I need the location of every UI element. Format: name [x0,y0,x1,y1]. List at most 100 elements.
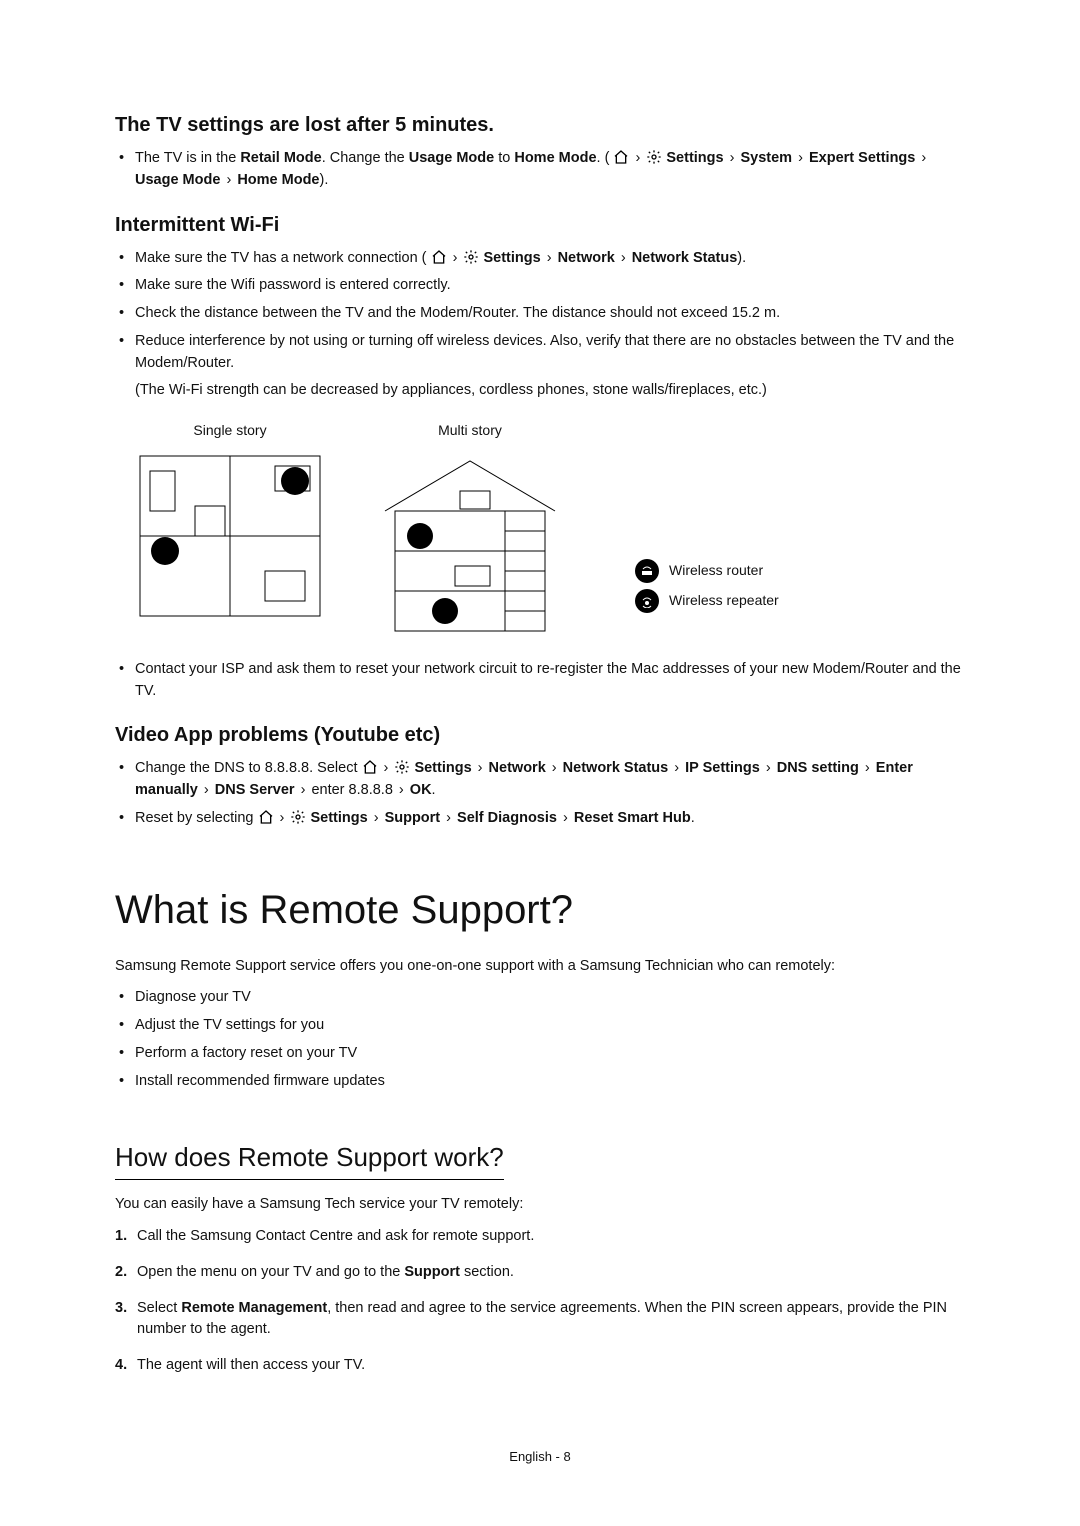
intro-remote-support: Samsung Remote Support service offers yo… [115,956,965,978]
list-item: Make sure the TV has a network connectio… [135,248,965,270]
text: Make sure the TV has a network connectio… [135,250,427,266]
chevron-right-icon: › [921,150,926,166]
home-icon [258,809,274,825]
list-wifi-tail: Contact your ISP and ask them to reset y… [115,659,965,703]
list-item: Reduce interference by not using or turn… [135,331,965,402]
chevron-right-icon: › [547,250,552,266]
text-bold: Usage Mode [409,150,494,166]
nav-path: › Settings › Support › Self Diagnosis › … [258,810,691,826]
gear-icon [463,249,479,265]
path-seg: Self Diagnosis [457,810,557,826]
text: Call the Samsung Contact Centre and ask … [137,1228,534,1244]
text: Contact your ISP and ask them to reset y… [135,661,961,699]
text: The agent will then access your TV. [137,1357,365,1373]
wifi-diagrams: Single story Multi story [135,420,965,649]
path-seg: Network [489,760,546,776]
path-seg: IP Settings [685,760,760,776]
text: ). [320,172,329,188]
legend-label: Wireless repeater [669,590,779,611]
repeater-icon [635,589,659,613]
path-seg: DNS setting [777,760,859,776]
chevron-right-icon: › [204,782,209,798]
text: Select [137,1300,181,1316]
list-tv-settings-lost: The TV is in the Retail Mode. Change the… [115,148,965,192]
chevron-right-icon: › [766,760,771,776]
text: Reduce interference by not using or turn… [135,333,954,371]
home-icon [613,149,629,165]
chevron-right-icon: › [399,782,404,798]
diagram-single-story: Single story [135,420,325,629]
text: . [691,810,695,826]
text: . [432,782,436,798]
text-bold: Support [404,1264,460,1280]
chevron-right-icon: › [674,760,679,776]
text: ). [737,250,746,266]
list-video-app: Change the DNS to 8.8.8.8. Select › Sett… [115,758,965,829]
heading-video-app-problems: Video App problems (Youtube etc) [115,720,965,750]
path-seg: Network Status [563,760,669,776]
text: Make sure the Wifi password is entered c… [135,277,451,293]
list-item: Diagnose your TV [135,987,965,1009]
step-item: Open the menu on your TV and go to the S… [137,1262,965,1284]
path-seg: Settings [666,150,723,166]
legend-row-router: Wireless router [635,559,779,583]
legend-label: Wireless router [669,560,763,581]
text: . ( [597,150,610,166]
list-item: Perform a factory reset on your TV [135,1043,965,1065]
list-item: Install recommended firmware updates [135,1071,965,1093]
path-seg: Reset Smart Hub [574,810,691,826]
text: . Change the [322,150,409,166]
text-bold: Remote Management [181,1300,327,1316]
list-item: Check the distance between the TV and th… [135,303,965,325]
chevron-right-icon: › [865,760,870,776]
text: Open the menu on your TV and go to the [137,1264,404,1280]
path-seg: Network Status [632,250,738,266]
path-seg: Support [385,810,441,826]
text: Diagnose your TV [135,989,251,1005]
step-item: Select Remote Management, then read and … [137,1298,965,1342]
floorplan-multi-icon [375,451,565,641]
list-item: Contact your ISP and ask them to reset y… [135,659,965,703]
text-bold: Home Mode [514,150,596,166]
diagram-label: Single story [135,420,325,441]
list-item: The TV is in the Retail Mode. Change the… [135,148,965,192]
heading-how-remote-support-work: How does Remote Support work? [115,1138,504,1180]
nav-path: › Settings › Network › Network Status [427,250,738,266]
chevron-right-icon: › [635,150,640,166]
chevron-right-icon: › [374,810,379,826]
text-bold: Retail Mode [240,150,321,166]
step-item: Call the Samsung Contact Centre and ask … [137,1226,965,1248]
gear-icon [394,759,410,775]
chevron-right-icon: › [621,250,626,266]
text: Change the DNS to 8.8.8.8. Select [135,760,362,776]
step-item: The agent will then access your TV. [137,1355,965,1377]
path-seg: Settings [414,760,471,776]
text: section. [460,1264,514,1280]
legend-row-repeater: Wireless repeater [635,589,779,613]
router-icon [635,559,659,583]
text: Reset by selecting [135,810,258,826]
path-seg: Settings [483,250,540,266]
text: enter 8.8.8.8 [307,782,396,798]
heading-tv-settings-lost: The TV settings are lost after 5 minutes… [115,110,965,140]
home-icon [431,249,447,265]
diagram-legend: Wireless router Wireless repeater [635,553,779,619]
gear-icon [290,809,306,825]
text: Check the distance between the TV and th… [135,305,780,321]
chevron-right-icon: › [226,172,231,188]
text: The TV is in the [135,150,240,166]
list-item: Adjust the TV settings for you [135,1015,965,1037]
list-remote-support: Diagnose your TV Adjust the TV settings … [115,987,965,1092]
path-seg: OK [410,782,432,798]
chevron-right-icon: › [280,810,285,826]
chevron-right-icon: › [730,150,735,166]
heading-intermittent-wifi: Intermittent Wi-Fi [115,210,965,240]
heading-what-is-remote-support: What is Remote Support? [115,880,965,940]
text: Install recommended firmware updates [135,1073,385,1089]
chevron-right-icon: › [301,782,306,798]
path-seg: Usage Mode [135,172,220,188]
text: Perform a factory reset on your TV [135,1045,357,1061]
list-item: Change the DNS to 8.8.8.8. Select › Sett… [135,758,965,802]
list-intermittent-wifi: Make sure the TV has a network connectio… [115,248,965,403]
path-seg: DNS Server [215,782,295,798]
